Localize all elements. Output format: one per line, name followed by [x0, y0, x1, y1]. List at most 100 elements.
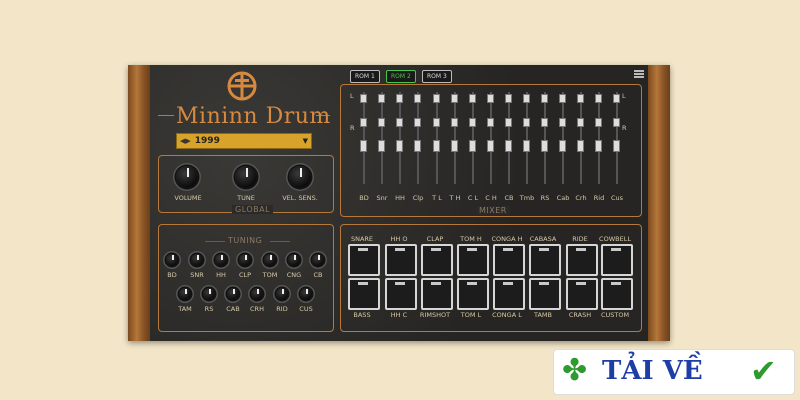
mixer-pan-handle[interactable]	[487, 118, 494, 127]
rom1-button[interactable]: ROM 1	[350, 70, 380, 83]
tune-knob[interactable]	[235, 166, 257, 188]
drum-pad[interactable]	[566, 278, 598, 310]
mixer-level-handle[interactable]	[469, 140, 476, 152]
drum-pad[interactable]	[348, 244, 380, 276]
tuning-knob[interactable]	[191, 254, 203, 266]
mixer-level-handle[interactable]	[433, 140, 440, 152]
mixer-fader-handle[interactable]	[433, 94, 440, 103]
drum-pad[interactable]	[529, 244, 561, 276]
mixer-level-handle[interactable]	[541, 140, 548, 152]
preset-arrows-icon[interactable]: ◀▶	[180, 137, 191, 145]
mixer-fader-handle[interactable]	[487, 94, 494, 103]
mixer-fader-track	[417, 92, 419, 184]
pad-led	[611, 248, 621, 251]
mixer-level-handle[interactable]	[360, 140, 367, 152]
rom2-button[interactable]: ROM 2	[386, 70, 416, 83]
mixer-fader-track	[490, 92, 492, 184]
global-knob-label: VEL. SENS.	[282, 194, 318, 202]
drum-pad[interactable]	[457, 278, 489, 310]
mixer-fader-track	[454, 92, 456, 184]
menu-icon[interactable]	[634, 70, 644, 78]
drum-pad[interactable]	[348, 278, 380, 310]
mixer-fader-handle[interactable]	[414, 94, 421, 103]
mixer-fader-handle[interactable]	[469, 94, 476, 103]
global-knob-label: TUNE	[237, 194, 255, 202]
mixer-fader-track	[562, 92, 564, 184]
mixer-level-handle[interactable]	[396, 140, 403, 152]
tuning-knob[interactable]	[239, 254, 251, 266]
mixer-level-handle[interactable]	[523, 140, 530, 152]
mixer-pan-handle[interactable]	[433, 118, 440, 127]
mixer-fader-handle[interactable]	[360, 94, 367, 103]
mixer-pan-handle[interactable]	[541, 118, 548, 127]
drum-pad[interactable]	[421, 244, 453, 276]
mixer-fader-handle[interactable]	[451, 94, 458, 103]
mixer-level-handle[interactable]	[595, 140, 602, 152]
drum-pad[interactable]	[493, 278, 525, 310]
mixer-fader-handle[interactable]	[613, 94, 620, 103]
pad-led	[431, 248, 441, 251]
mixer-pan-handle[interactable]	[378, 118, 385, 127]
mixer-level-handle[interactable]	[451, 140, 458, 152]
tuning-knob-label: BD	[167, 271, 177, 279]
drum-pad[interactable]	[421, 278, 453, 310]
mixer-fader-handle[interactable]	[595, 94, 602, 103]
mixer-fader-handle[interactable]	[505, 94, 512, 103]
pad-led	[503, 282, 513, 285]
drum-pad[interactable]	[385, 278, 417, 310]
tuning-knob-label: RID	[276, 305, 288, 313]
mixer-level-handle[interactable]	[487, 140, 494, 152]
drum-pad[interactable]	[385, 244, 417, 276]
mixer-pan-handle[interactable]	[577, 118, 584, 127]
tuning-knob[interactable]	[166, 254, 178, 266]
rom3-button[interactable]: ROM 3	[422, 70, 452, 83]
tuning-knob[interactable]	[300, 288, 312, 300]
mixer-pan-handle[interactable]	[613, 118, 620, 127]
mixer-level-handle[interactable]	[505, 140, 512, 152]
tuning-knob[interactable]	[227, 288, 239, 300]
mixer-fader-handle[interactable]	[559, 94, 566, 103]
mixer-pan-handle[interactable]	[523, 118, 530, 127]
mixer-pan-handle[interactable]	[451, 118, 458, 127]
tuning-knob[interactable]	[215, 254, 227, 266]
mixer-pan-handle[interactable]	[505, 118, 512, 127]
mixer-level-handle[interactable]	[378, 140, 385, 152]
mixer-pan-handle[interactable]	[559, 118, 566, 127]
mixer-pan-handle[interactable]	[396, 118, 403, 127]
mixer-fader-handle[interactable]	[523, 94, 530, 103]
pad-led	[395, 248, 405, 251]
mixer-fader-handle[interactable]	[577, 94, 584, 103]
mixer-level-handle[interactable]	[559, 140, 566, 152]
vel-sens-knob[interactable]	[289, 166, 311, 188]
drum-pad[interactable]	[457, 244, 489, 276]
volume-knob[interactable]	[176, 166, 198, 188]
mixer-pan-handle[interactable]	[469, 118, 476, 127]
chevron-down-icon[interactable]: ▼	[303, 137, 308, 145]
mixer-level-handle[interactable]	[414, 140, 421, 152]
drum-pad[interactable]	[566, 244, 598, 276]
mixer-level-handle[interactable]	[577, 140, 584, 152]
mixer-side-label: R	[622, 124, 627, 132]
mixer-fader-handle[interactable]	[378, 94, 385, 103]
drum-pad[interactable]	[529, 278, 561, 310]
mixer-pan-handle[interactable]	[360, 118, 367, 127]
tuning-knob[interactable]	[312, 254, 324, 266]
drum-pad[interactable]	[601, 278, 633, 310]
pad-led	[611, 282, 621, 285]
tuning-knob[interactable]	[288, 254, 300, 266]
pad-led	[431, 282, 441, 285]
tuning-knob[interactable]	[203, 288, 215, 300]
mixer-pan-handle[interactable]	[414, 118, 421, 127]
tuning-knob[interactable]	[251, 288, 263, 300]
preset-selector[interactable]: ◀▶ 1999 ▼	[176, 133, 312, 149]
mixer-fader-handle[interactable]	[541, 94, 548, 103]
tuning-knob[interactable]	[179, 288, 191, 300]
mixer-level-handle[interactable]	[613, 140, 620, 152]
mixer-pan-handle[interactable]	[595, 118, 602, 127]
tuning-knob[interactable]	[276, 288, 288, 300]
tuning-knob[interactable]	[264, 254, 276, 266]
drum-pad[interactable]	[601, 244, 633, 276]
drum-pad[interactable]	[493, 244, 525, 276]
pad-led	[576, 282, 586, 285]
mixer-fader-handle[interactable]	[396, 94, 403, 103]
